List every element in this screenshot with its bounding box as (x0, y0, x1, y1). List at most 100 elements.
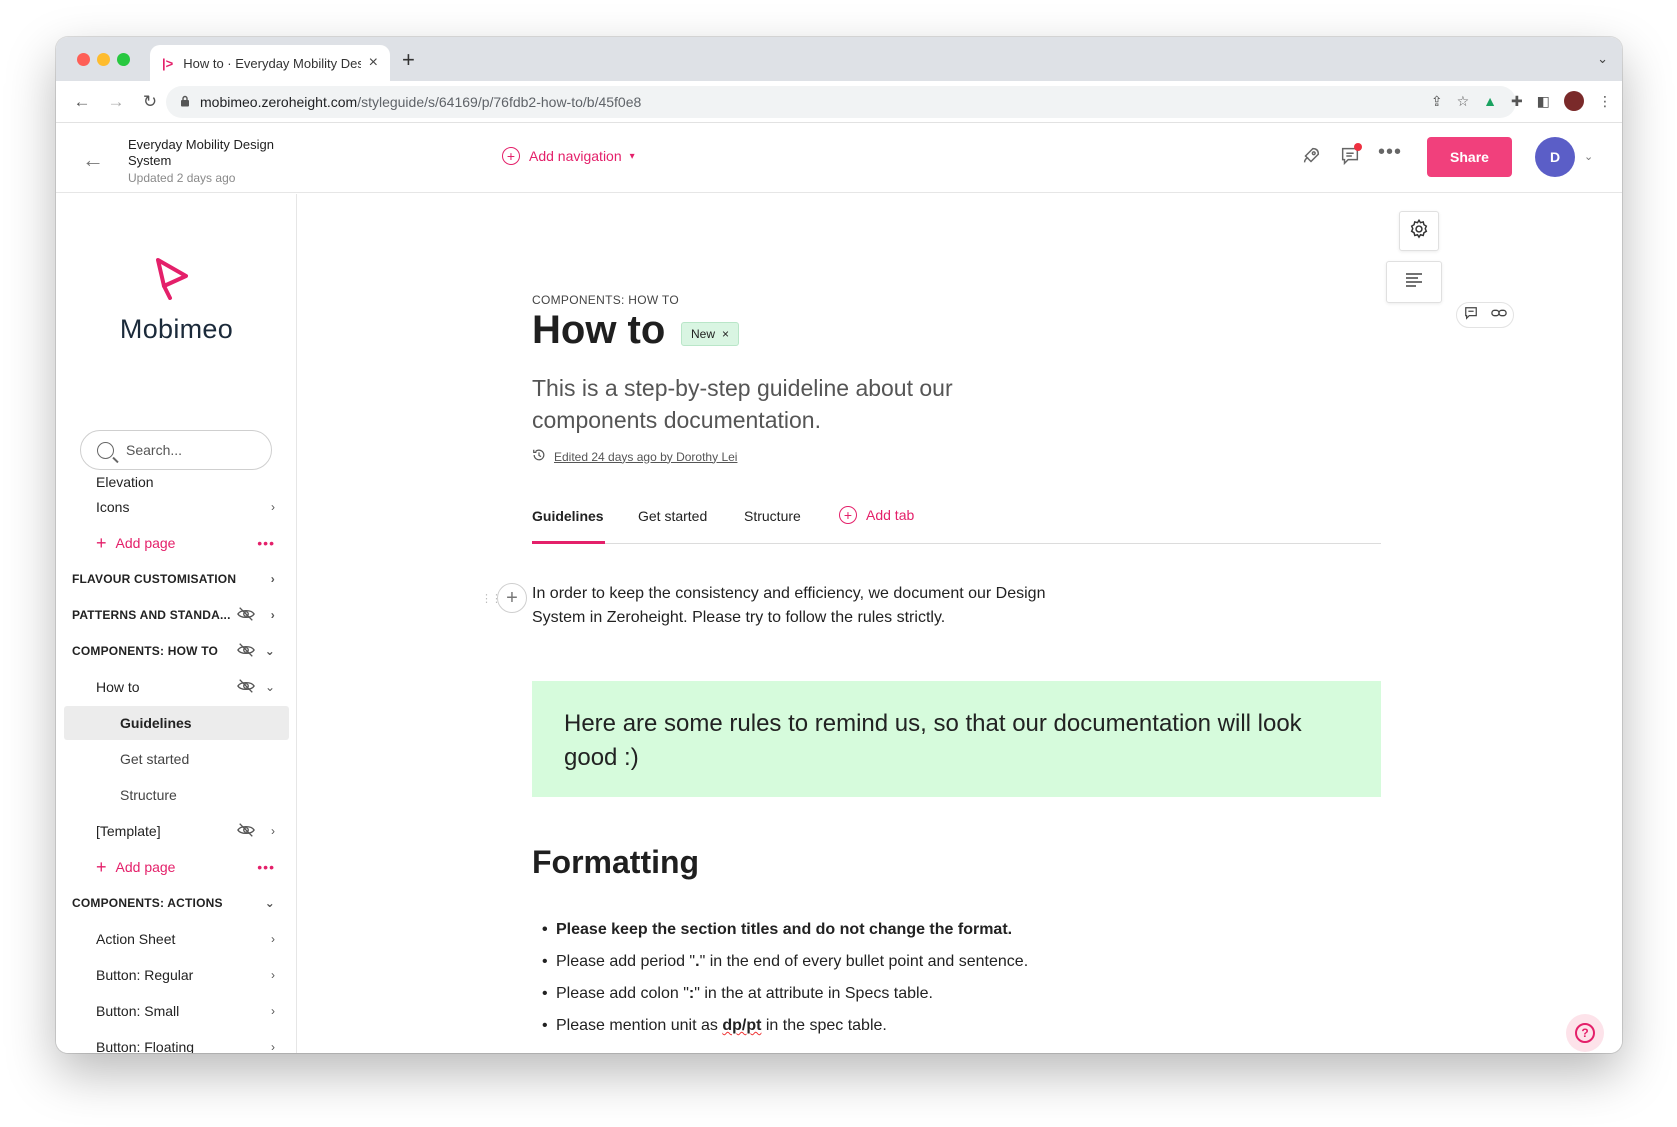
list-item-text: Please add period " (556, 953, 696, 970)
tab-structure[interactable]: Structure (744, 508, 801, 524)
reload-icon[interactable]: ↻ (136, 92, 164, 112)
sidebar-item-label: Icons (96, 499, 130, 515)
sidebar-item-button-small[interactable]: Button: Small › (56, 994, 296, 1028)
plus-circle-icon: + (839, 506, 857, 524)
list-item: Please add colon ":" in the at attribute… (542, 978, 1342, 1010)
browser-tab[interactable]: |> How to · Everyday Mobility Des × (150, 45, 390, 81)
chevron-right-icon: › (270, 572, 275, 586)
formatting-rules-list: Please keep the section titles and do no… (542, 914, 1342, 1042)
minimize-window-button[interactable] (97, 53, 110, 66)
sidebar-item-template[interactable]: [Template] › (56, 814, 296, 848)
edited-info[interactable]: Edited 24 days ago by Dorothy Lei (532, 448, 737, 465)
zeroheight-favicon-icon: |> (162, 55, 174, 71)
list-item-text: Please keep the section titles and do no… (556, 921, 1013, 938)
add-navigation-button[interactable]: + Add navigation ▾ (502, 147, 635, 165)
table-of-contents-button[interactable] (1386, 261, 1442, 303)
sidebar-item-label: How to (96, 679, 140, 695)
list-item-text: " in the end of every bullet point and s… (699, 953, 1029, 970)
close-window-button[interactable] (77, 53, 90, 66)
help-button[interactable]: ? (1566, 1014, 1604, 1052)
list-lines-icon (1404, 272, 1424, 293)
sidebar-item-how-to[interactable]: How to ⌄ (56, 670, 296, 704)
sidebar-section-flavour[interactable]: FLAVOUR CUSTOMISATION › (56, 562, 296, 596)
logo-text: Mobimeo (119, 314, 234, 344)
main-content: COMPONENTS: HOW TO How to New × This is … (298, 194, 1622, 1053)
sidebar-section-components-actions[interactable]: COMPONENTS: ACTIONS ⌄ (56, 886, 296, 920)
address-bar[interactable]: mobimeo.zeroheight.com/styleguide/s/6416… (166, 86, 1516, 118)
back-arrow-icon[interactable]: ← (68, 92, 96, 112)
sidebar-item-label: Get started (120, 751, 190, 767)
share-button[interactable]: Share (1427, 137, 1512, 177)
page-settings-button[interactable] (1399, 211, 1439, 251)
add-page-button[interactable]: + Add page ••• (56, 526, 296, 560)
eye-off-icon (237, 822, 255, 841)
mobimeo-logo-icon (150, 256, 194, 305)
gear-icon (1408, 218, 1430, 245)
rocket-icon[interactable] (1300, 145, 1322, 173)
block-actions (1456, 302, 1514, 328)
page-category: COMPONENTS: HOW TO (532, 293, 679, 307)
more-options-icon[interactable]: ••• (257, 859, 275, 875)
eye-off-icon (237, 678, 255, 697)
tab-search-chevron-icon[interactable]: ⌄ (1597, 51, 1608, 67)
add-tab-button[interactable]: + Add tab (839, 506, 914, 524)
maximize-window-button[interactable] (117, 53, 130, 66)
back-arrow-icon[interactable]: ← (82, 147, 104, 173)
list-item-text: Please add colon " (556, 985, 689, 1002)
sidebar-section-label: COMPONENTS: HOW TO (72, 644, 219, 658)
more-options-icon[interactable]: ••• (1378, 141, 1402, 164)
sidebar-item-structure[interactable]: Structure (56, 778, 296, 812)
sidebar-item-button-regular[interactable]: Button: Regular › (56, 958, 296, 992)
add-block-button[interactable]: + (497, 583, 527, 613)
sidebar-item-button-floating[interactable]: Button: Floating › (56, 1030, 296, 1053)
profile-avatar-icon[interactable] (1564, 91, 1584, 111)
badge-label: New (691, 327, 716, 341)
list-item-text: in the spec table. (761, 1017, 887, 1034)
callout-block: Here are some rules to remind us, so tha… (532, 681, 1381, 797)
list-item-mark: dp/pt (722, 1017, 762, 1034)
share-page-icon[interactable]: ⇪ (1431, 93, 1443, 110)
browser-menu-icon[interactable]: ⋮ (1598, 93, 1612, 110)
content-tabs: Guidelines Get started Structure + Add t… (532, 490, 1381, 544)
list-item: Please add period "." in the end of ever… (542, 946, 1342, 978)
sidebar: Mobimeo Elevation Icons › + Add page •••… (56, 194, 297, 1053)
sidebar-item-action-sheet[interactable]: Action Sheet › (56, 922, 296, 956)
sidebar-item-get-started[interactable]: Get started (56, 742, 296, 776)
history-icon (532, 448, 546, 465)
tab-guidelines[interactable]: Guidelines (532, 508, 604, 524)
forward-arrow-icon[interactable]: → (102, 92, 130, 112)
status-badge[interactable]: New × (681, 322, 740, 346)
drive-extension-icon[interactable]: ▲ (1483, 93, 1497, 109)
sidebar-section-patterns[interactable]: PATTERNS AND STANDA... › (56, 598, 296, 632)
chevron-down-icon: ⌄ (264, 896, 275, 910)
project-name[interactable]: Everyday Mobility Design System (128, 137, 308, 169)
sidebar-item-icons[interactable]: Icons › (56, 490, 296, 524)
add-page-label: Add page (115, 859, 176, 875)
tab-get-started[interactable]: Get started (638, 508, 707, 524)
chevron-right-icon: › (270, 608, 275, 622)
edited-text[interactable]: Edited 24 days ago by Dorothy Lei (554, 450, 737, 464)
side-panel-icon[interactable]: ◧ (1537, 93, 1550, 110)
tab-close-icon[interactable]: × (369, 54, 378, 72)
user-avatar[interactable]: D (1535, 137, 1575, 177)
link-icon[interactable] (1490, 306, 1507, 325)
sidebar-item-label: Structure (120, 787, 177, 803)
bookmark-star-icon[interactable]: ☆ (1457, 93, 1470, 110)
sidebar-item-label: Button: Small (96, 1003, 180, 1019)
search-input[interactable] (126, 442, 266, 458)
tab-strip: |> How to · Everyday Mobility Des × + ⌄ (56, 37, 1622, 81)
browser-window: |> How to · Everyday Mobility Des × + ⌄ … (56, 37, 1622, 1053)
more-options-icon[interactable]: ••• (257, 535, 275, 551)
new-tab-plus-icon[interactable]: + (402, 45, 415, 75)
sidebar-item-elevation[interactable]: Elevation (56, 472, 296, 490)
plus-icon: + (96, 857, 107, 877)
search-box[interactable] (80, 430, 272, 470)
comment-icon[interactable] (1464, 306, 1478, 325)
add-page-button[interactable]: + Add page ••• (56, 850, 296, 884)
sidebar-item-guidelines[interactable]: Guidelines (64, 706, 289, 740)
chevron-down-icon: ⌄ (264, 680, 275, 694)
chevron-down-icon[interactable]: ⌄ (1584, 150, 1593, 163)
sidebar-section-components-how-to[interactable]: COMPONENTS: HOW TO ⌄ (56, 634, 296, 668)
close-icon[interactable]: × (722, 327, 729, 341)
extensions-puzzle-icon[interactable]: ✚ (1511, 93, 1523, 110)
